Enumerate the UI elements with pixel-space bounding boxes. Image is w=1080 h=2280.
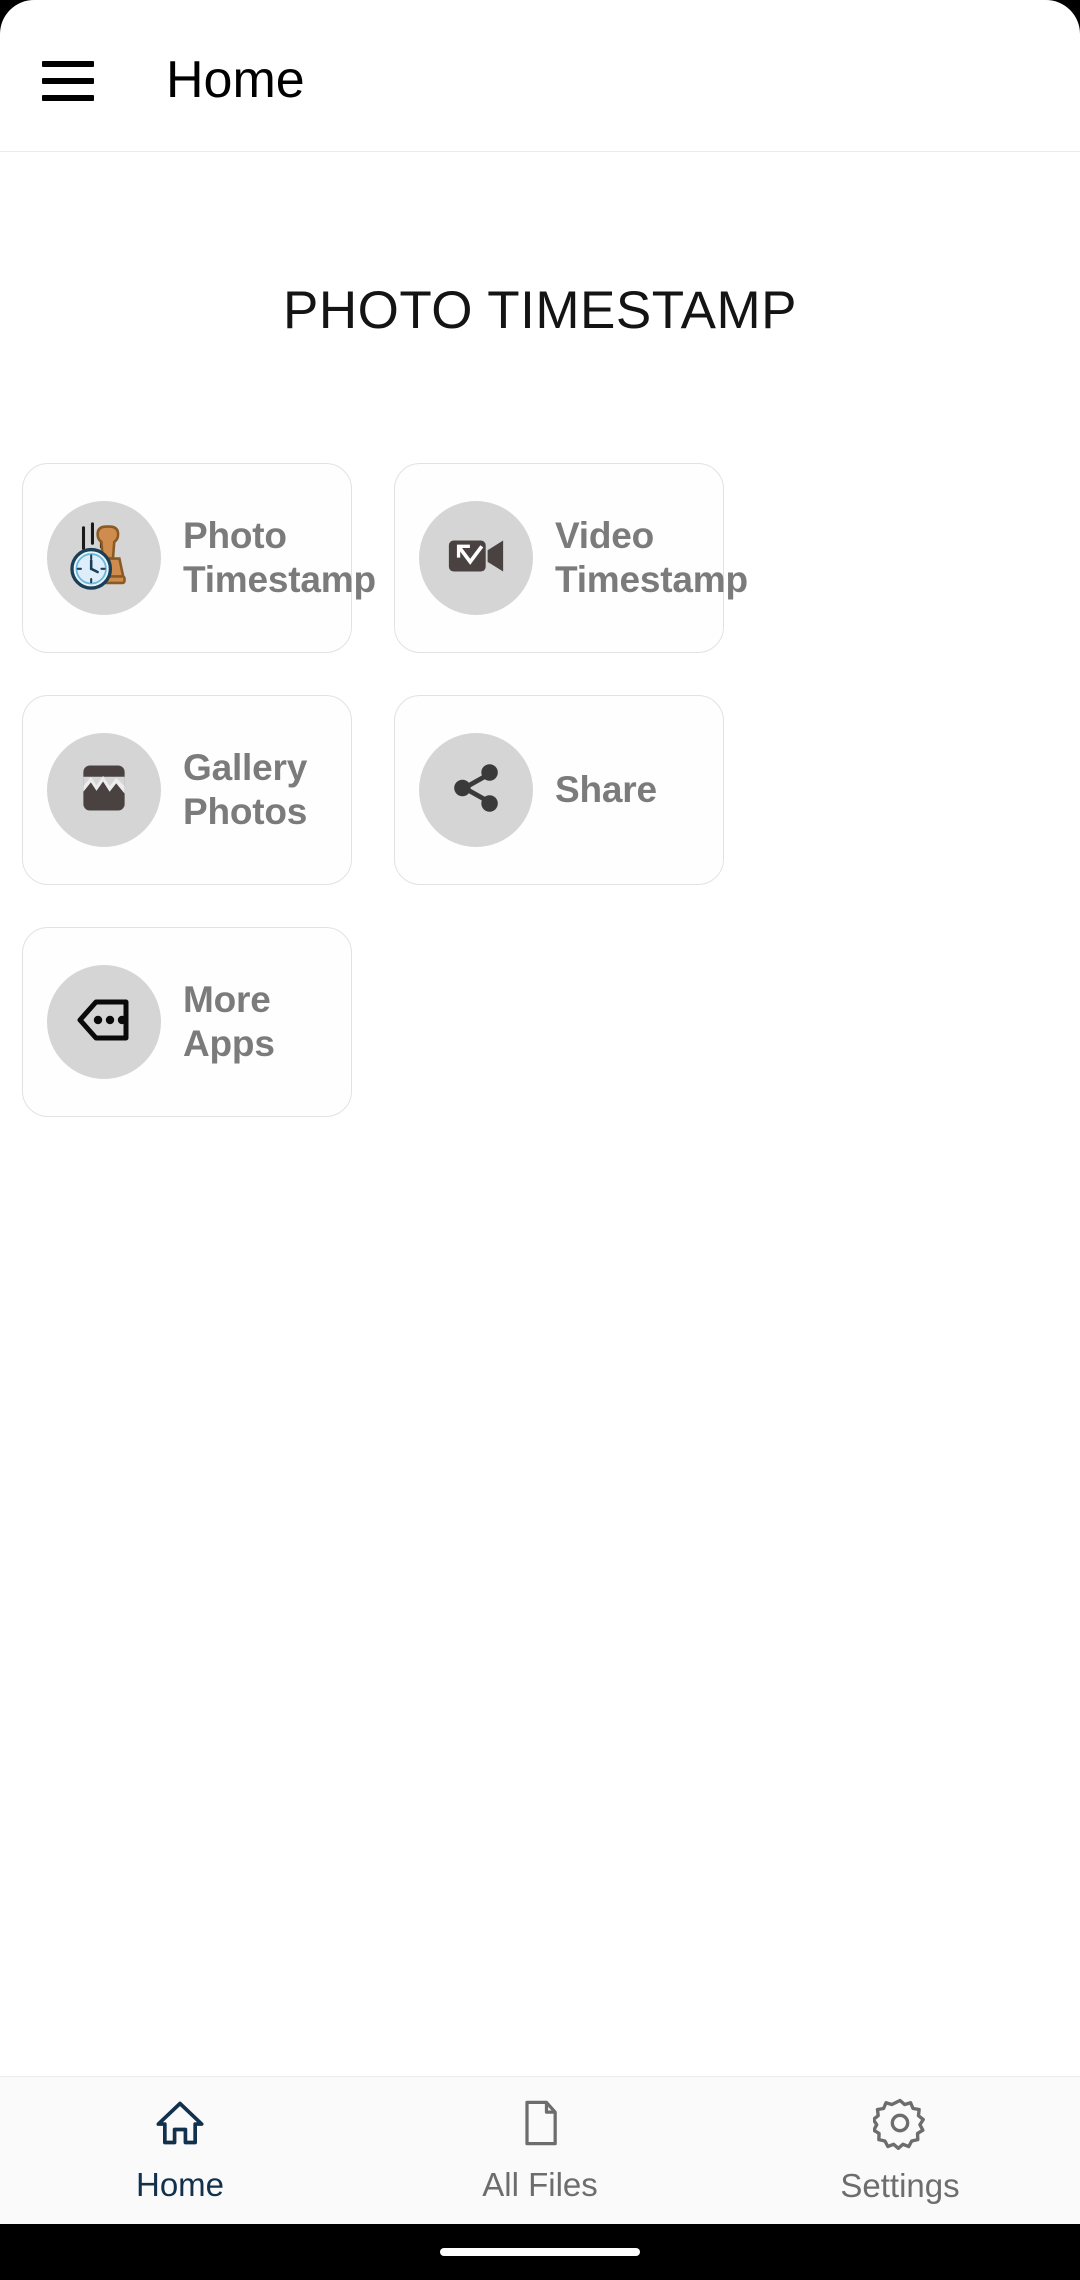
nav-label: Settings	[840, 2167, 960, 2204]
card-label-line1: Gallery	[183, 747, 308, 789]
more-apps-tag-icon	[72, 988, 136, 1057]
feature-card-grid: Photo Timestamp Video Timestamp Gallery …	[0, 463, 1080, 1117]
card-label-line1: Photo	[183, 515, 287, 557]
page-title: Home	[166, 50, 305, 109]
card-label-line1: More Apps	[183, 979, 275, 1064]
home-icon	[154, 2097, 206, 2154]
icon-circle	[47, 965, 161, 1079]
nav-item-home[interactable]: Home	[0, 2077, 360, 2224]
main-content: PHOTO TIMESTAMP Photo Timestamp Video Ti…	[0, 152, 1080, 2076]
system-gesture-bar	[0, 2224, 1080, 2280]
icon-circle	[47, 733, 161, 847]
nav-item-settings[interactable]: Settings	[720, 2077, 1080, 2224]
app-screen: Home PHOTO TIMESTAMP Photo Timestamp Vid…	[0, 0, 1080, 2280]
card-photo-timestamp[interactable]: Photo Timestamp	[22, 463, 376, 653]
card-gallery-photos[interactable]: Gallery Photos	[22, 695, 352, 885]
document-icon	[514, 2097, 566, 2154]
card-video-timestamp[interactable]: Video Timestamp	[394, 463, 748, 653]
app-bar: Home	[0, 0, 1080, 152]
card-label: More Apps	[183, 978, 351, 1065]
share-icon	[445, 757, 507, 824]
card-label: Gallery Photos	[183, 746, 307, 833]
bottom-navigation-bar: Home All Files Settings	[0, 2076, 1080, 2224]
nav-label: All Files	[482, 2166, 598, 2203]
icon-circle	[419, 733, 533, 847]
card-more-apps[interactable]: More Apps	[22, 927, 352, 1117]
gear-icon	[871, 2096, 927, 2155]
gesture-pill[interactable]	[440, 2248, 640, 2256]
card-label: Share	[555, 768, 657, 812]
hamburger-menu-icon[interactable]	[42, 50, 104, 112]
card-label-line1: Share	[555, 769, 657, 811]
card-share[interactable]: Share	[394, 695, 724, 885]
nav-item-all-files[interactable]: All Files	[360, 2077, 720, 2224]
video-camera-icon	[445, 525, 507, 592]
icon-circle	[419, 501, 533, 615]
card-label: Video Timestamp	[555, 514, 748, 601]
image-gallery-icon	[74, 758, 134, 823]
icon-circle	[47, 501, 161, 615]
nav-label: Home	[135, 2166, 225, 2203]
screen-heading: PHOTO TIMESTAMP	[282, 281, 797, 340]
stamp-clock-icon	[63, 515, 145, 602]
card-label-line2: Timestamp	[555, 559, 748, 600]
card-label: Photo Timestamp	[183, 514, 376, 601]
card-label-line2: Photos	[183, 791, 308, 832]
card-label-line2: Timestamp	[183, 559, 376, 600]
card-label-line1: Video	[555, 515, 655, 557]
